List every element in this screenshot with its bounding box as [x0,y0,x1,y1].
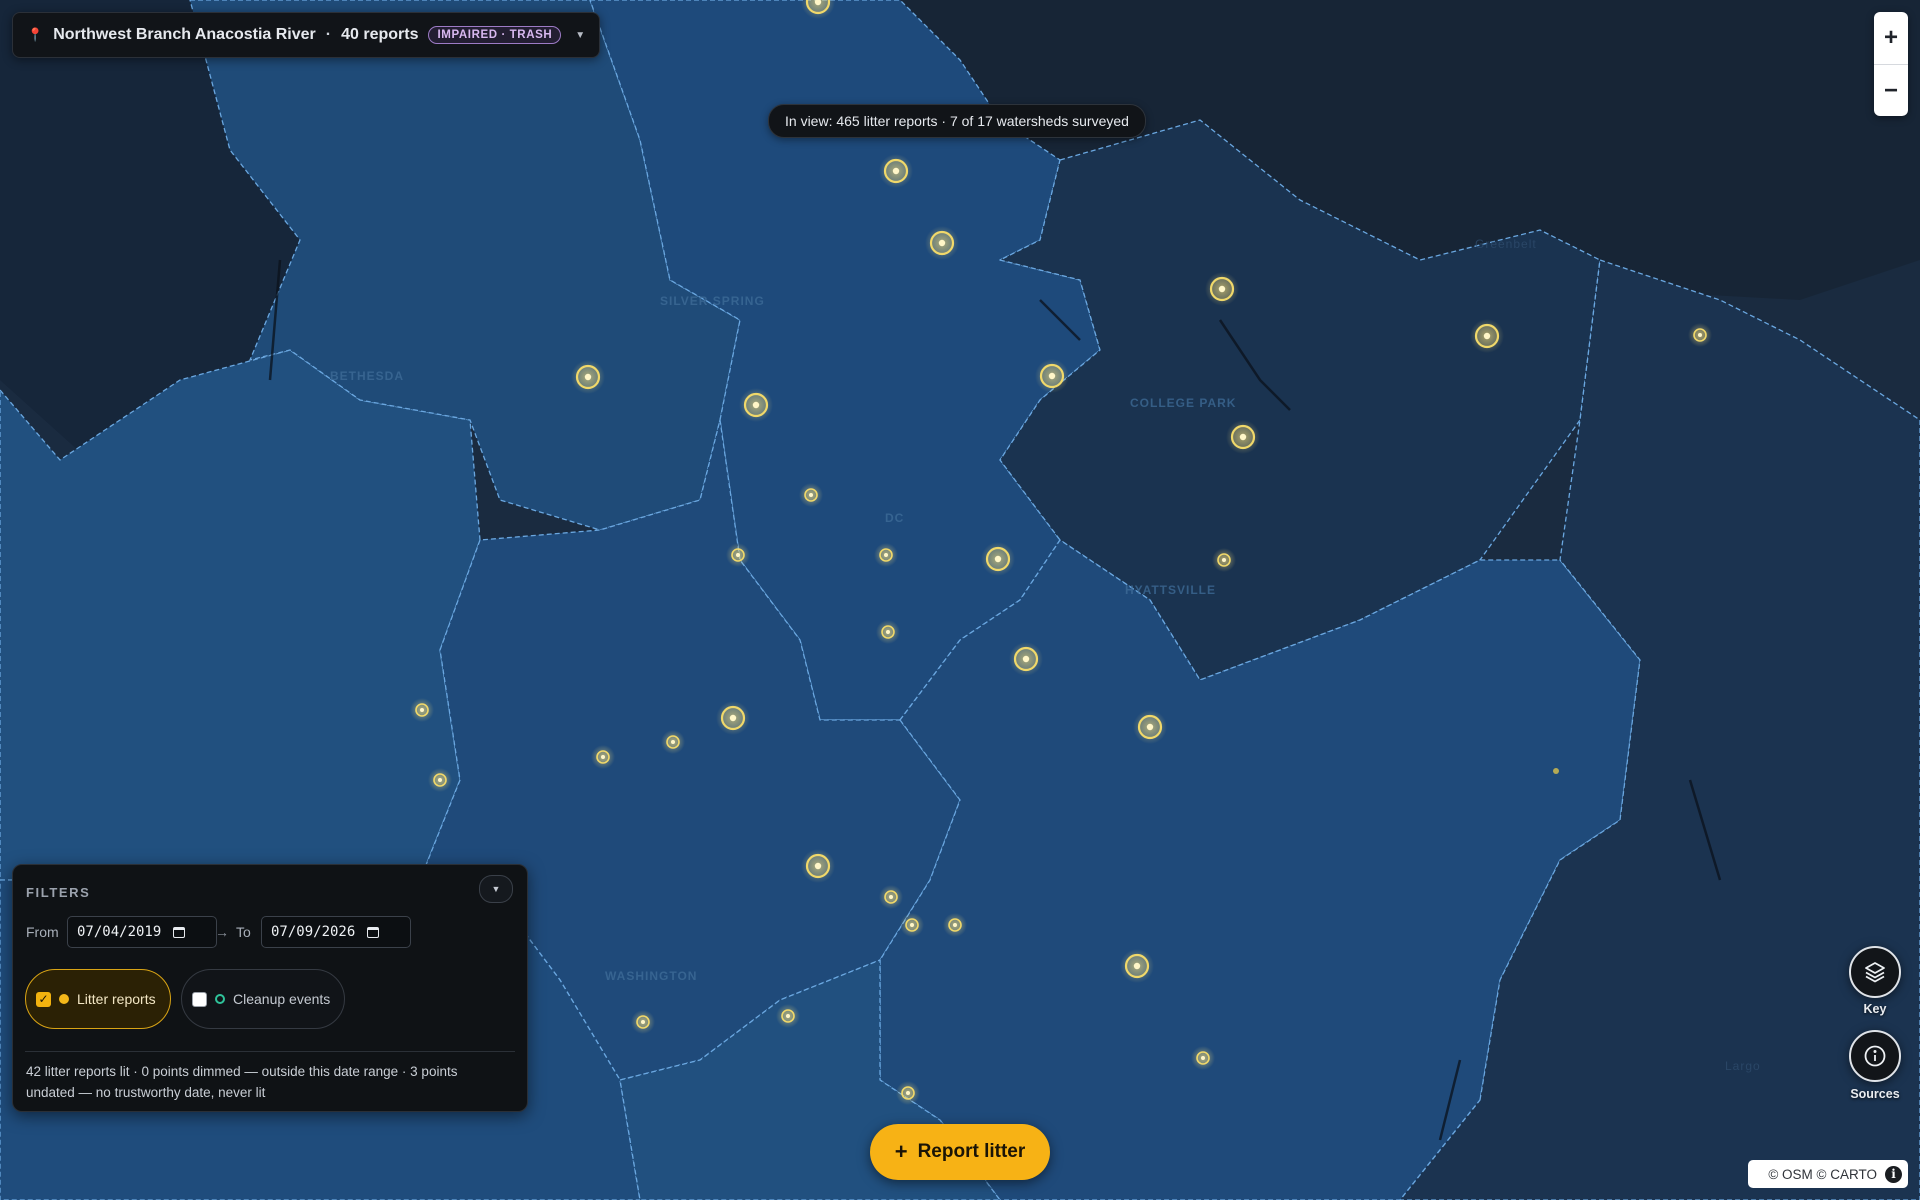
status-badge: IMPAIRED · TRASH [428,26,562,44]
plus-icon: + [894,1139,908,1164]
litter-report-point[interactable] [799,483,823,507]
litter-report-point[interactable] [571,360,605,394]
litter-report-point[interactable] [716,701,750,735]
litter-report-point[interactable] [1212,548,1236,572]
watershed-name: Northwest Branch Anacostia River [53,26,316,43]
place-label-washington: WASHINGTON [605,969,697,983]
key-button[interactable] [1849,946,1901,998]
place-label-greenbelt: Greenbelt [1475,237,1537,251]
litter-report-point[interactable] [1009,642,1043,676]
watershed-report-count: 40 reports [341,26,419,43]
calendar-icon[interactable] [367,926,380,938]
filters-panel: FILTERS ▼ From 07/04/2019 → To 07/09/202… [12,864,528,1112]
in-view-summary: In view: 465 litter reports · 7 of 17 wa… [768,104,1146,138]
zoom-in-button[interactable]: + [1874,12,1908,64]
litter-report-point[interactable] [739,388,773,422]
separator-dot: · [325,26,332,43]
from-date-input[interactable]: 07/04/2019 [67,916,217,948]
litter-report-point[interactable] [900,913,924,937]
litter-report-point[interactable] [1553,768,1559,774]
key-label: Key [1863,1002,1887,1016]
layers-icon [1865,962,1885,983]
map-pin-icon: 📍 [27,27,44,42]
litter-report-point[interactable] [896,1081,920,1105]
litter-dot-icon [59,994,69,1004]
filter-summary: 42 litter reports lit · 0 points dimmed … [26,1064,458,1100]
arrow-right-icon: → [215,924,229,940]
litter-report-point[interactable] [410,698,434,722]
place-label-silver-spring: SILVER SPRING [660,294,765,308]
litter-reports-toggle[interactable]: ✓ Litter reports [25,969,171,1029]
watershed-selector[interactable]: 📍 Northwest Branch Anacostia River · 40 … [12,12,601,58]
litter-report-point[interactable] [876,620,900,644]
place-label-largo: Largo [1725,1059,1761,1073]
litter-report-point[interactable] [1035,359,1069,393]
litter-report-point[interactable] [776,1004,800,1028]
litter-report-point[interactable] [1688,323,1712,347]
cleanup-events-toggle[interactable]: Cleanup events [181,969,346,1029]
place-label-hyattsville: HYATTSVILLE [1125,583,1216,597]
checkbox-checked[interactable]: ✓ [36,991,51,1007]
to-date-input[interactable]: 07/09/2026 [261,916,411,948]
place-label-college-park: COLLEGE PARK [1130,396,1236,410]
collapse-filters-button[interactable]: ▼ [479,875,513,903]
from-date-value: 07/04/2019 [77,924,162,940]
litter-report-point[interactable] [981,542,1015,576]
checkbox-unchecked[interactable] [192,991,207,1007]
litter-report-point[interactable] [726,543,750,567]
litter-report-point[interactable] [1226,420,1260,454]
info-icon [1864,1045,1886,1067]
map-attribution: © OSM © CARTO i [1748,1160,1908,1188]
litter-report-point[interactable] [879,885,903,909]
info-icon[interactable]: i [1885,1165,1902,1183]
to-label: To [236,924,251,940]
litter-report-point[interactable] [943,913,967,937]
litter-report-point[interactable] [801,849,835,883]
chevron-down-icon: ▼ [491,884,501,894]
zoom-controls: + − [1874,12,1908,116]
cleanup-events-label: Cleanup events [233,991,331,1007]
litter-report-point[interactable] [1470,319,1504,353]
litter-report-point[interactable] [925,226,959,260]
report-litter-label: Report litter [917,1141,1026,1162]
litter-report-point[interactable] [428,768,452,792]
litter-report-point[interactable] [631,1010,655,1034]
calendar-icon[interactable] [173,926,186,938]
litter-report-point[interactable] [874,543,898,567]
to-date-value: 07/09/2026 [271,924,356,940]
chevron-down-icon: ▼ [575,29,586,41]
place-label-bethesda: BETHESDA [330,369,404,383]
sources-button[interactable] [1849,1030,1901,1082]
litter-report-point[interactable] [661,730,685,754]
filters-title: FILTERS [26,885,91,900]
litter-report-point[interactable] [1133,710,1167,744]
zoom-out-button[interactable]: − [1874,64,1908,116]
litter-report-point[interactable] [1120,949,1154,983]
place-label-dc: DC [885,511,904,525]
litter-report-point[interactable] [879,154,913,188]
divider [25,1051,515,1052]
litter-report-point[interactable] [591,745,615,769]
sources-label: Sources [1850,1087,1900,1101]
report-litter-button[interactable]: + Report litter [870,1124,1050,1180]
cleanup-ring-icon [215,994,225,1004]
from-label: From [26,924,59,940]
litter-reports-label: Litter reports [77,991,156,1007]
attribution-text: © OSM © CARTO [1768,1166,1877,1182]
litter-report-point[interactable] [1205,272,1239,306]
litter-report-point[interactable] [1191,1046,1215,1070]
